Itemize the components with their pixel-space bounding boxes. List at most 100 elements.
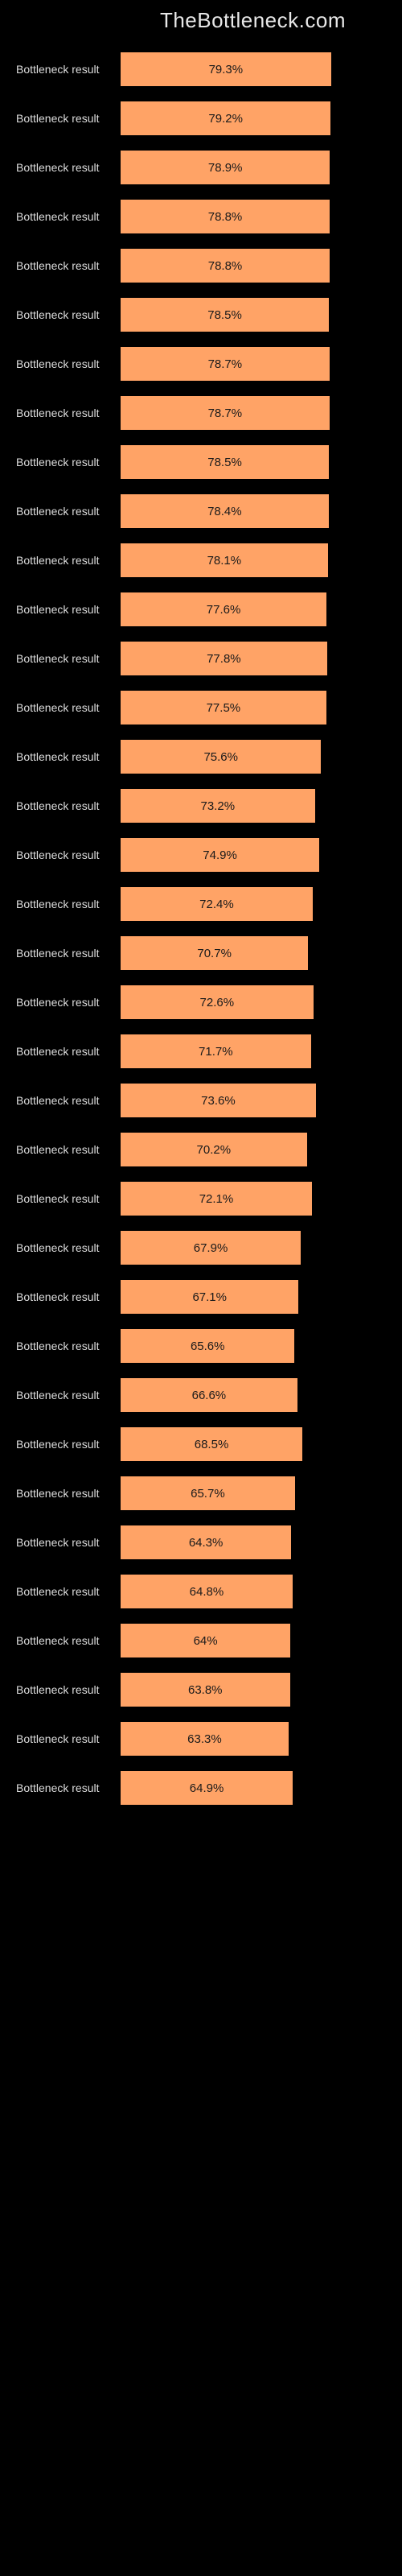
- bar-track: 64%: [121, 1624, 386, 1657]
- bar: 78.7%: [121, 396, 330, 430]
- chart-row: Bottleneck result78.4%: [16, 489, 386, 535]
- bar-track: 63.8%: [121, 1673, 386, 1707]
- chart-row: Bottleneck result74.9%: [16, 833, 386, 878]
- bar-track: 78.1%: [121, 543, 386, 577]
- bar-row: Bottleneck result78.5%: [16, 445, 386, 479]
- bar-row: Bottleneck result78.7%: [16, 347, 386, 381]
- bar-track: 77.6%: [121, 592, 386, 626]
- bar: 63.3%: [121, 1722, 289, 1756]
- bar-row: Bottleneck result78.9%: [16, 151, 386, 184]
- bar-track: 68.5%: [121, 1427, 386, 1461]
- bar-track: 65.7%: [121, 1476, 386, 1510]
- bar-track: 79.3%: [121, 52, 386, 86]
- bar-track: 78.7%: [121, 347, 386, 381]
- bar: 78.5%: [121, 298, 329, 332]
- bar: 78.5%: [121, 445, 329, 479]
- bar-label: Bottleneck result: [16, 1536, 121, 1549]
- chart-row: Bottleneck result75.6%: [16, 735, 386, 780]
- chart-row: Bottleneck result78.9%: [16, 146, 386, 191]
- bar-row: Bottleneck result72.6%: [16, 985, 386, 1019]
- chart-row: Bottleneck result78.1%: [16, 539, 386, 584]
- bar-row: Bottleneck result77.6%: [16, 592, 386, 626]
- bar-row: Bottleneck result64%: [16, 1624, 386, 1657]
- chart-row: Bottleneck result73.6%: [16, 1079, 386, 1124]
- bar-row: Bottleneck result72.1%: [16, 1182, 386, 1216]
- bar-track: 78.9%: [121, 151, 386, 184]
- bar-track: 64.8%: [121, 1575, 386, 1608]
- bar-track: 78.8%: [121, 249, 386, 283]
- chart-row: Bottleneck result71.7%: [16, 1030, 386, 1075]
- bar-track: 72.4%: [121, 887, 386, 921]
- bar-label: Bottleneck result: [16, 1438, 121, 1451]
- bar-track: 78.8%: [121, 200, 386, 233]
- bar-track: 67.9%: [121, 1231, 386, 1265]
- bar-row: Bottleneck result79.2%: [16, 101, 386, 135]
- bar-track: 78.7%: [121, 396, 386, 430]
- bar-label: Bottleneck result: [16, 1045, 121, 1058]
- bar-track: 72.1%: [121, 1182, 386, 1216]
- bar: 64.9%: [121, 1771, 293, 1805]
- bar-track: 78.5%: [121, 445, 386, 479]
- bar-track: 70.2%: [121, 1133, 386, 1166]
- bar-label: Bottleneck result: [16, 652, 121, 665]
- bar-row: Bottleneck result78.4%: [16, 494, 386, 528]
- bar-label: Bottleneck result: [16, 63, 121, 76]
- chart-row: Bottleneck result77.5%: [16, 686, 386, 731]
- bar-row: Bottleneck result77.8%: [16, 642, 386, 675]
- bar: 65.7%: [121, 1476, 295, 1510]
- chart-row: Bottleneck result64%: [16, 1619, 386, 1664]
- bar-track: 63.3%: [121, 1722, 386, 1756]
- bar-row: Bottleneck result70.2%: [16, 1133, 386, 1166]
- bar: 73.6%: [121, 1084, 316, 1117]
- chart-row: Bottleneck result65.6%: [16, 1324, 386, 1369]
- bar: 70.7%: [121, 936, 308, 970]
- bar: 78.9%: [121, 151, 330, 184]
- bar-row: Bottleneck result78.5%: [16, 298, 386, 332]
- bar-row: Bottleneck result78.8%: [16, 200, 386, 233]
- bar-row: Bottleneck result71.7%: [16, 1034, 386, 1068]
- bar-label: Bottleneck result: [16, 308, 121, 321]
- bar-row: Bottleneck result66.6%: [16, 1378, 386, 1412]
- bottleneck-chart: Bottleneck result79.3%Bottleneck result7…: [16, 47, 386, 1815]
- bar-label: Bottleneck result: [16, 1683, 121, 1696]
- bar-track: 64.9%: [121, 1771, 386, 1805]
- bar-label: Bottleneck result: [16, 947, 121, 960]
- bar: 71.7%: [121, 1034, 311, 1068]
- bar-label: Bottleneck result: [16, 210, 121, 223]
- bar-track: 74.9%: [121, 838, 386, 872]
- bar-label: Bottleneck result: [16, 554, 121, 567]
- bar: 77.5%: [121, 691, 326, 724]
- bar-label: Bottleneck result: [16, 1732, 121, 1745]
- site-title: TheBottleneck.com: [16, 8, 386, 33]
- chart-row: Bottleneck result63.3%: [16, 1717, 386, 1762]
- bar: 77.8%: [121, 642, 327, 675]
- bar-row: Bottleneck result63.8%: [16, 1673, 386, 1707]
- bar-label: Bottleneck result: [16, 259, 121, 272]
- bar-track: 65.6%: [121, 1329, 386, 1363]
- bar: 72.6%: [121, 985, 314, 1019]
- bar: 78.8%: [121, 200, 330, 233]
- bar-track: 75.6%: [121, 740, 386, 774]
- bar-row: Bottleneck result74.9%: [16, 838, 386, 872]
- bar: 75.6%: [121, 740, 321, 774]
- bar-row: Bottleneck result64.3%: [16, 1525, 386, 1559]
- bar-label: Bottleneck result: [16, 701, 121, 714]
- bar-row: Bottleneck result77.5%: [16, 691, 386, 724]
- bar: 79.2%: [121, 101, 330, 135]
- bar-label: Bottleneck result: [16, 799, 121, 812]
- bar-label: Bottleneck result: [16, 505, 121, 518]
- chart-row: Bottleneck result63.8%: [16, 1668, 386, 1713]
- bar-label: Bottleneck result: [16, 161, 121, 174]
- bar-track: 78.4%: [121, 494, 386, 528]
- bar-label: Bottleneck result: [16, 848, 121, 861]
- bar-label: Bottleneck result: [16, 456, 121, 469]
- bar: 72.4%: [121, 887, 313, 921]
- bar-track: 66.6%: [121, 1378, 386, 1412]
- chart-row: Bottleneck result79.2%: [16, 97, 386, 142]
- bar: 78.1%: [121, 543, 328, 577]
- bar: 64.3%: [121, 1525, 291, 1559]
- bar-label: Bottleneck result: [16, 996, 121, 1009]
- chart-row: Bottleneck result70.7%: [16, 931, 386, 976]
- chart-row: Bottleneck result78.8%: [16, 244, 386, 289]
- bar: 78.4%: [121, 494, 329, 528]
